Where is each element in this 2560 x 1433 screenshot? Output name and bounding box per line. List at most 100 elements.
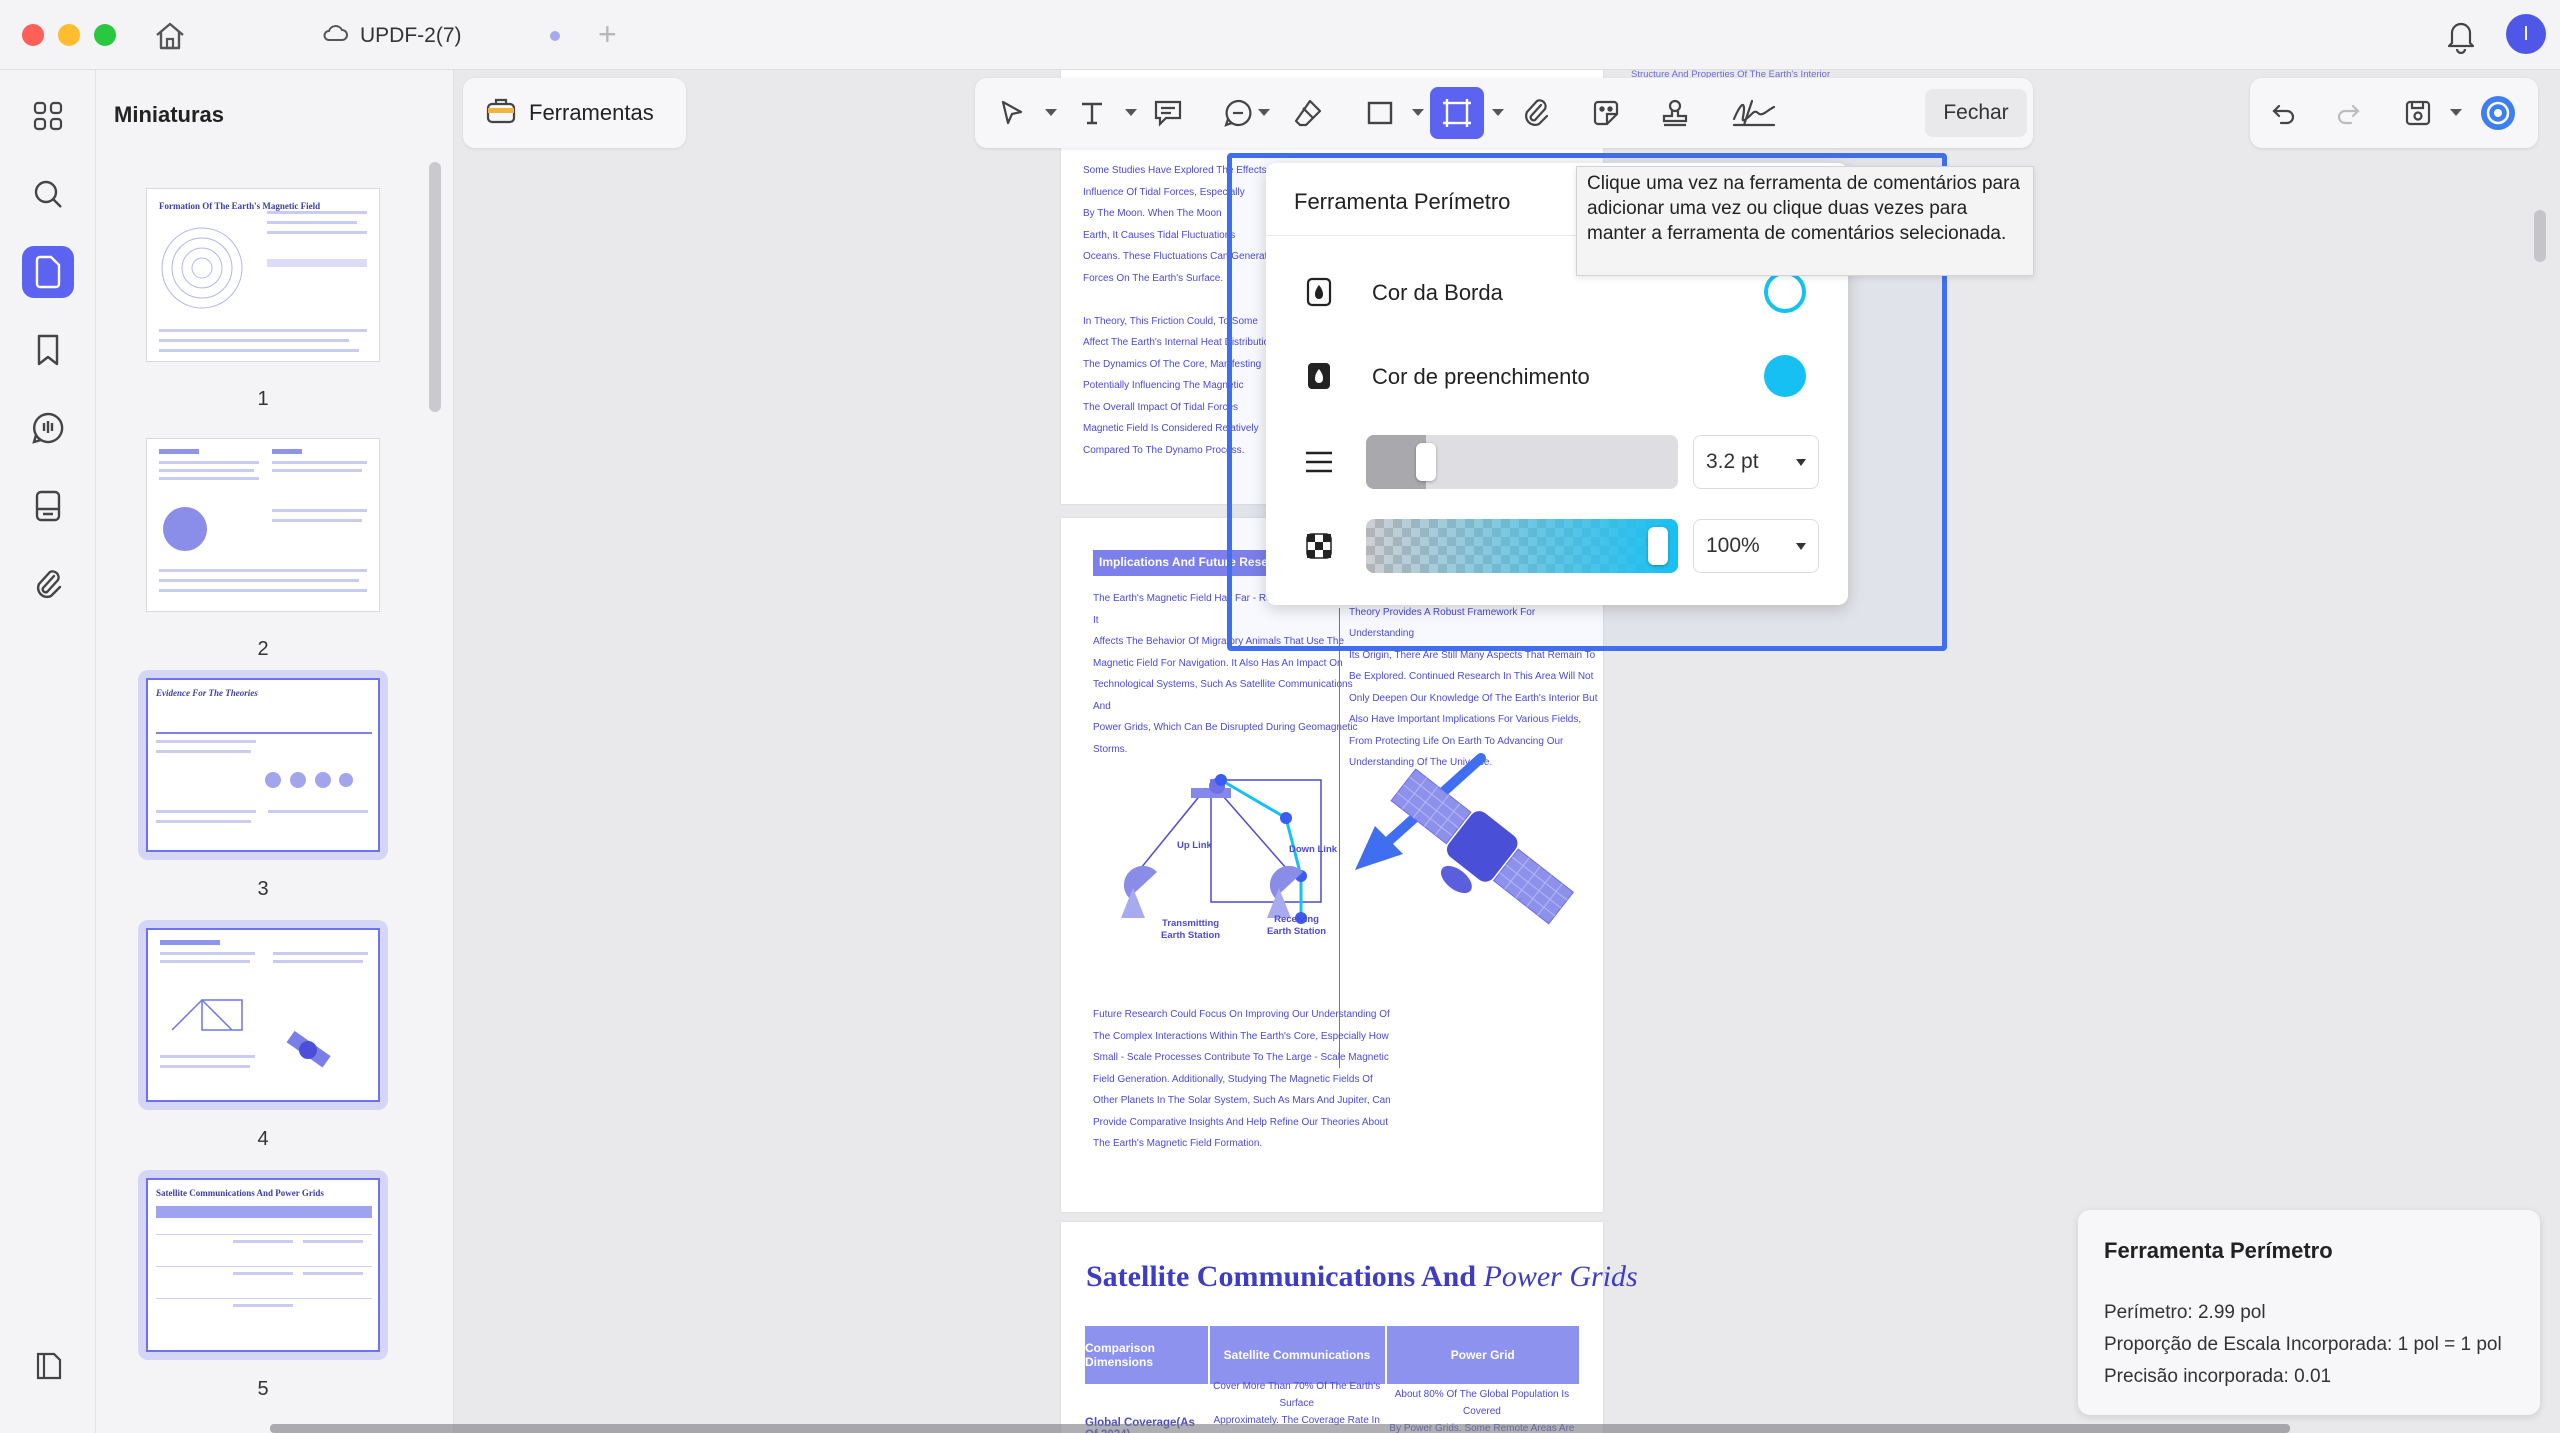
- window-minimize-button[interactable]: [58, 24, 80, 46]
- chevron-down-icon[interactable]: [1412, 109, 1424, 116]
- scale-ratio: Proporção de Escala Incorporada: 1 pol =…: [2104, 1334, 2502, 1355]
- line-width-slider-handle[interactable]: [1416, 443, 1436, 481]
- section-text-lower: Future Research Could Focus On Improving…: [1093, 1009, 1391, 1149]
- table-header: Comparison Dimensions: [1085, 1326, 1210, 1384]
- diagram-label-receiving: Receiving Earth Station: [1267, 914, 1327, 937]
- thumbnail-number: 1: [257, 388, 269, 410]
- attachment-icon[interactable]: [22, 558, 74, 610]
- thumbnail-page-3[interactable]: Evidence For The Theories 3: [138, 670, 388, 900]
- chevron-down-icon[interactable]: [1125, 109, 1137, 116]
- border-color-label: Cor da Borda: [1372, 280, 1503, 305]
- sidebar-settings-icon[interactable]: [22, 1340, 74, 1392]
- fill-color-swatch[interactable]: [1764, 355, 1806, 397]
- chevron-down-icon: [1796, 459, 1806, 466]
- window-zoom-button[interactable]: [94, 24, 116, 46]
- sticker-tool-icon[interactable]: [1586, 93, 1626, 133]
- opacity-icon: [1302, 529, 1336, 563]
- thumbnail-number: 2: [257, 638, 269, 660]
- comment-icon[interactable]: [22, 402, 74, 454]
- chevron-down-icon[interactable]: [1492, 109, 1504, 116]
- undo-icon[interactable]: [2264, 93, 2304, 133]
- right-toolbar: [2250, 78, 2538, 148]
- thumbnails-grid-icon[interactable]: [22, 90, 74, 142]
- thumbnail-heading: Formation Of The Earth's Magnetic Field: [159, 201, 321, 211]
- thumbnail-page-1[interactable]: Formation Of The Earth's Magnetic Field …: [138, 180, 388, 410]
- save-icon[interactable]: [2398, 93, 2438, 133]
- close-toolbar-button[interactable]: Fechar: [1925, 89, 2027, 137]
- search-icon[interactable]: [22, 168, 74, 220]
- bookmark-icon[interactable]: [22, 324, 74, 376]
- window-close-button[interactable]: [22, 24, 44, 46]
- thumbnails-scrollbar[interactable]: [429, 162, 441, 412]
- avatar[interactable]: I: [2506, 14, 2546, 54]
- title-bar: UPDF-2(7) + I: [0, 0, 2560, 70]
- bell-icon[interactable]: [2443, 16, 2479, 55]
- ai-assistant-icon[interactable]: [2478, 93, 2518, 133]
- pages-icon[interactable]: [22, 246, 74, 298]
- tools-label: Ferramentas: [529, 100, 654, 125]
- line-width-slider[interactable]: [1366, 435, 1678, 489]
- table-header: Power Grid: [1386, 1326, 1579, 1384]
- thumbnail-image: Evidence For The Theories: [146, 678, 380, 852]
- document-tab-title: UPDF-2(7): [360, 24, 462, 47]
- chevron-down-icon[interactable]: [1045, 109, 1057, 116]
- thumbnail-image: Satellite Communications And Power Grids: [146, 1178, 380, 1352]
- toolbox-icon: [485, 94, 517, 132]
- home-icon[interactable]: [152, 18, 188, 54]
- thumbnail-page-4[interactable]: 4: [138, 920, 388, 1150]
- thumbnail-heading: Evidence For The Theories: [156, 688, 258, 698]
- thumbnail-page-2[interactable]: 2: [138, 430, 388, 660]
- precision-value: Precisão incorporada: 0.01: [2104, 1366, 2332, 1387]
- border-color-icon: [1302, 275, 1336, 309]
- document-tab[interactable]: UPDF-2(7): [322, 20, 462, 52]
- thumbnail-heading: Satellite Communications And Power Grids: [156, 1188, 324, 1198]
- perimeter-value: Perímetro: 2.99 pol: [2104, 1302, 2266, 1323]
- table-header: Satellite Communications: [1209, 1326, 1387, 1384]
- page-title-italic: Power Grids: [1483, 1260, 1638, 1293]
- thumbnail-image: [146, 928, 380, 1102]
- thumbnail-image: [146, 438, 380, 612]
- select-tool-icon[interactable]: [992, 93, 1032, 133]
- signature-tool-icon[interactable]: [1727, 93, 1781, 133]
- unsaved-indicator: [550, 31, 560, 41]
- info-card-title: Ferramenta Perímetro: [2104, 1238, 2333, 1263]
- redo-icon[interactable]: [2328, 93, 2368, 133]
- fill-color-icon: [1302, 359, 1336, 393]
- satellite-illustration: [1390, 768, 1575, 925]
- form-icon[interactable]: [22, 480, 74, 532]
- stamp-tool-icon[interactable]: [1655, 93, 1695, 133]
- chevron-down-icon[interactable]: [2450, 109, 2462, 116]
- comment-tool-icon[interactable]: [1218, 93, 1258, 133]
- bottom-edge: [270, 1424, 2290, 1433]
- tools-button[interactable]: Ferramentas: [463, 78, 686, 148]
- perimeter-tool-icon[interactable]: [1430, 87, 1484, 139]
- document-page: Satellite Communications And Power Grids…: [1061, 1222, 1638, 1433]
- attach-tool-icon[interactable]: [1516, 93, 1556, 133]
- thumbnail-page-5[interactable]: Satellite Communications And Power Grids…: [138, 1170, 388, 1400]
- diagram-label-transmitting: Transmitting Earth Station: [1161, 918, 1221, 941]
- opacity-value: 100%: [1706, 534, 1760, 557]
- opacity-slider[interactable]: [1366, 519, 1678, 573]
- line-width-value: 3.2 pt: [1706, 450, 1759, 473]
- thumbnail-number: 3: [257, 878, 269, 900]
- perimeter-panel-title: Ferramenta Perímetro: [1294, 189, 1511, 214]
- chevron-down-icon[interactable]: [1258, 109, 1270, 116]
- text-tool-icon[interactable]: [1072, 93, 1112, 133]
- line-width-icon: [1302, 445, 1336, 479]
- tooltip: Clique uma vez na ferramenta de comentár…: [1576, 166, 2034, 276]
- opacity-slider-handle[interactable]: [1648, 527, 1668, 565]
- chevron-down-icon: [1796, 543, 1806, 550]
- thumbnail-number: 4: [257, 1128, 269, 1150]
- fill-color-label: Cor de preenchimento: [1372, 364, 1590, 389]
- thumbnails-panel: Miniaturas Formation Of The Earth's Magn…: [96, 70, 454, 1433]
- new-tab-button[interactable]: +: [598, 16, 617, 53]
- opacity-select[interactable]: 100%: [1693, 519, 1819, 573]
- eraser-tool-icon[interactable]: [1288, 93, 1328, 133]
- diagram-label-down-link: Down Link: [1289, 844, 1338, 855]
- note-tool-icon[interactable]: [1148, 93, 1188, 133]
- line-width-select[interactable]: 3.2 pt: [1693, 435, 1819, 489]
- page-title-main: Satellite Communications And: [1086, 1260, 1484, 1293]
- document-scrollbar[interactable]: [2534, 210, 2546, 262]
- rectangle-tool-icon[interactable]: [1360, 93, 1400, 133]
- border-color-swatch[interactable]: [1764, 271, 1806, 313]
